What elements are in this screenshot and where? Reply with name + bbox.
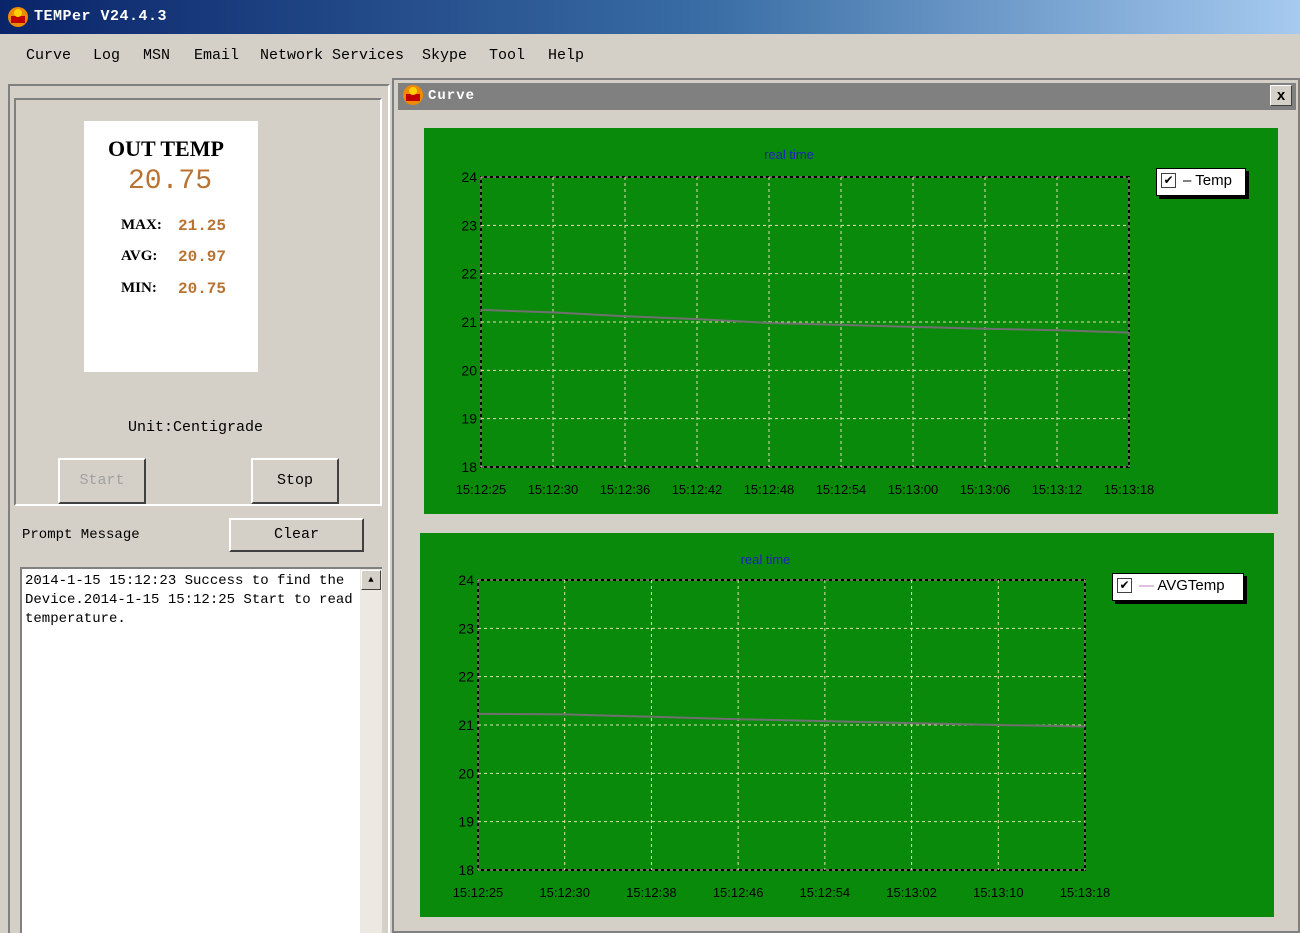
temp-chart: real time 24 23 22 21 20 19 18 15:12:25 15:12:30 1… [456, 147, 1155, 497]
close-icon[interactable]: x [1270, 85, 1292, 106]
message-log[interactable]: 2014-1-15 15:12:23 Success to find the D… [20, 567, 382, 933]
data-point [824, 720, 826, 722]
y-tick-label: 22 [458, 669, 474, 685]
x-tick-label: 15:12:54 [816, 482, 867, 497]
x-tick-label: 15:12:38 [626, 885, 677, 900]
x-tick-label: 15:13:18 [1060, 885, 1111, 900]
message-scrollbar[interactable]: ▲ [360, 569, 382, 933]
menu-help[interactable]: Help [546, 45, 586, 66]
y-tick-label: 18 [458, 862, 474, 878]
chart-title: real time [764, 147, 814, 162]
y-tick-label: 21 [458, 717, 474, 733]
x-tick-label: 15:12:25 [456, 482, 507, 497]
menu-log[interactable]: Log [91, 45, 122, 66]
y-tick-label: 20 [458, 765, 474, 781]
menu-email[interactable]: Email [192, 45, 241, 66]
clear-button[interactable]: Clear [229, 518, 364, 552]
avg-temp-legend[interactable]: ✔ — AVGTemp [1112, 573, 1244, 601]
legend-line-icon: – [1183, 172, 1192, 189]
x-tick-label: 15:12:25 [453, 885, 504, 900]
unit-label: Unit:Centigrade [128, 419, 264, 436]
x-tick-label: 15:12:46 [713, 885, 764, 900]
y-tick-label: 21 [461, 314, 477, 330]
data-point [737, 718, 739, 720]
x-tick-label: 15:12:30 [539, 885, 590, 900]
current-temperature: 20.75 [128, 166, 213, 197]
app-title-bar: TEMPer V24.4.3 [0, 0, 1300, 34]
temp-legend[interactable]: ✔ – Temp [1156, 168, 1246, 196]
avg-temp-chart-panel: real time 24 23 22 21 20 19 18 15:12:25 15:12:30 1… [420, 533, 1274, 917]
stop-button[interactable]: Stop [251, 458, 339, 504]
data-point [480, 309, 482, 311]
data-point [624, 315, 626, 317]
legend-avgtemp-label: AVGTemp [1157, 577, 1225, 594]
x-tick-label: 15:12:36 [600, 482, 651, 497]
menu-curve[interactable]: Curve [24, 45, 73, 66]
y-tick-label: 18 [461, 459, 477, 475]
x-tick-label: 15:12:30 [528, 482, 579, 497]
prompt-message-label: Prompt Message [22, 527, 140, 543]
scroll-up-icon[interactable]: ▲ [361, 570, 381, 590]
avg-value: 20.97 [178, 248, 227, 266]
min-value: 20.75 [178, 280, 227, 298]
curve-window-icon [403, 85, 423, 105]
temp-chart-panel: real time 24 23 22 21 20 19 18 15:12:25 15:12:30 1… [424, 128, 1278, 514]
x-tick-label: 15:12:48 [744, 482, 795, 497]
data-point [768, 322, 770, 324]
min-label: MIN: [121, 280, 157, 296]
y-tick-label: 22 [461, 266, 477, 282]
data-point [696, 318, 698, 320]
data-point [912, 326, 914, 328]
chart-title: real time [741, 552, 791, 567]
x-tick-label: 15:12:54 [800, 885, 851, 900]
data-point [1084, 725, 1086, 728]
x-tick-label: 15:13:00 [888, 482, 939, 497]
y-tick-label: 20 [461, 362, 477, 378]
legend-checkbox-icon[interactable]: ✔ [1161, 173, 1176, 188]
data-point [997, 724, 1000, 726]
y-tick-label: 23 [461, 217, 477, 233]
data-point [1128, 331, 1130, 334]
data-point [650, 715, 653, 718]
y-tick-label: 19 [458, 814, 474, 830]
menu-skype[interactable]: Skype [420, 45, 469, 66]
app-title: TEMPer V24.4.3 [34, 8, 168, 25]
data-point [563, 713, 566, 716]
temper-app-icon [8, 7, 28, 27]
message-text: 2014-1-15 15:12:23 Success to find the D… [25, 573, 362, 627]
menu-bar: Curve Log MSN Email Network Services Sky… [0, 36, 1300, 76]
data-point [910, 722, 913, 724]
x-tick-label: 15:13:06 [960, 482, 1011, 497]
x-tick-label: 15:12:42 [672, 482, 723, 497]
legend-checkbox-icon[interactable]: ✔ [1117, 578, 1132, 593]
out-temp-label: OUT TEMP [108, 136, 224, 161]
data-point [477, 713, 479, 715]
x-tick-label: 15:13:12 [1032, 482, 1083, 497]
data-point [552, 311, 554, 314]
series-line-temp [480, 308, 1130, 334]
x-tick-label: 15:13:10 [973, 885, 1024, 900]
legend-temp-label: Temp [1195, 172, 1232, 189]
data-point [1056, 329, 1058, 332]
y-tick-label: 19 [461, 411, 477, 427]
start-button[interactable]: Start [58, 458, 146, 504]
curve-title-bar: Curve [398, 83, 1296, 110]
legend-line-icon: — [1139, 577, 1154, 594]
data-point [984, 327, 986, 330]
curve-window-title: Curve [428, 88, 476, 104]
menu-tool[interactable]: Tool [487, 45, 527, 66]
menu-msn[interactable]: MSN [141, 45, 172, 66]
x-tick-label: 15:13:18 [1104, 482, 1155, 497]
max-value: 21.25 [178, 217, 227, 235]
y-tick-label: 24 [458, 572, 474, 588]
max-label: MAX: [121, 217, 162, 233]
x-tick-label: 15:13:02 [886, 885, 937, 900]
menu-network-services[interactable]: Network Services [258, 45, 406, 66]
y-tick-label: 24 [461, 169, 477, 185]
y-tick-label: 23 [458, 620, 474, 636]
data-point [840, 324, 842, 326]
avg-label: AVG: [121, 248, 158, 264]
